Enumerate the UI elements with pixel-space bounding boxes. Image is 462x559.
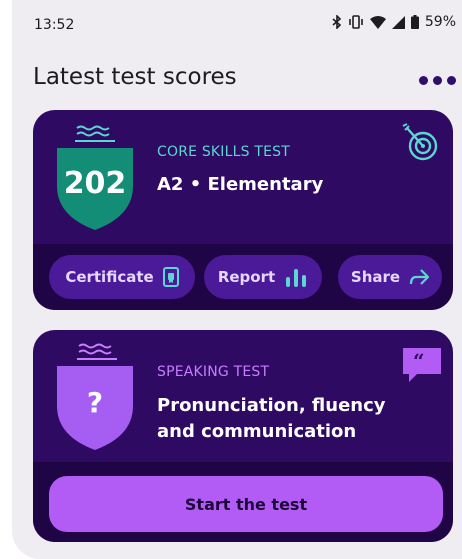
- core-skills-card[interactable]: 202 CORE SKILLS TEST A2 • Elementary Cer…: [33, 110, 453, 310]
- status-time: 13:52: [34, 17, 75, 33]
- report-label: Report: [217, 268, 276, 286]
- wifi-icon: [369, 15, 386, 29]
- core-level-title: A2 • Elementary: [157, 174, 324, 195]
- share-label: Share: [350, 268, 401, 286]
- speaking-card-footer: Start the test: [33, 462, 453, 542]
- page-title: Latest test scores: [33, 64, 237, 90]
- speaking-badge-symbol: ?: [86, 386, 104, 419]
- signal-icon: [391, 15, 405, 29]
- more-options-button[interactable]: [418, 72, 456, 88]
- status-icons: 59%: [332, 14, 456, 30]
- battery-percent: 59%: [424, 14, 456, 30]
- more-horizontal-icon: [433, 75, 442, 85]
- more-horizontal-icon: [447, 75, 456, 85]
- svg-text:“: “: [413, 349, 425, 373]
- bluetooth-icon: [332, 15, 342, 29]
- speaking-test-card[interactable]: ? SPEAKING TEST Pronunciation, fluency a…: [33, 330, 453, 542]
- speaking-test-kicker: SPEAKING TEST: [157, 364, 270, 380]
- start-test-button[interactable]: Start the test: [49, 476, 443, 532]
- certificate-icon: [162, 267, 179, 287]
- speaking-title-line-1: Pronunciation, fluency: [157, 395, 386, 416]
- status-bar: 13:52 59%: [12, 0, 462, 48]
- share-button[interactable]: Share: [338, 255, 442, 299]
- more-horizontal-icon: [419, 75, 428, 85]
- share-icon: [409, 269, 430, 285]
- score-value: 202: [63, 166, 127, 201]
- bar-chart-icon: [286, 269, 307, 287]
- certificate-label: Certificate: [65, 268, 154, 286]
- battery-icon: [410, 15, 419, 29]
- core-card-actions: Certificate Report Share: [33, 244, 453, 310]
- core-test-kicker: CORE SKILLS TEST: [157, 144, 290, 160]
- vibrate-icon: [349, 15, 363, 29]
- certificate-button[interactable]: Certificate: [49, 255, 195, 299]
- report-button[interactable]: Report: [204, 255, 322, 299]
- speaking-title-line-2: and communication: [157, 421, 357, 442]
- quote-icon: “: [403, 348, 441, 382]
- target-icon: [402, 123, 438, 161]
- phone-screen: 13:52 59% Latest test scores 202 CORE SK…: [12, 0, 462, 559]
